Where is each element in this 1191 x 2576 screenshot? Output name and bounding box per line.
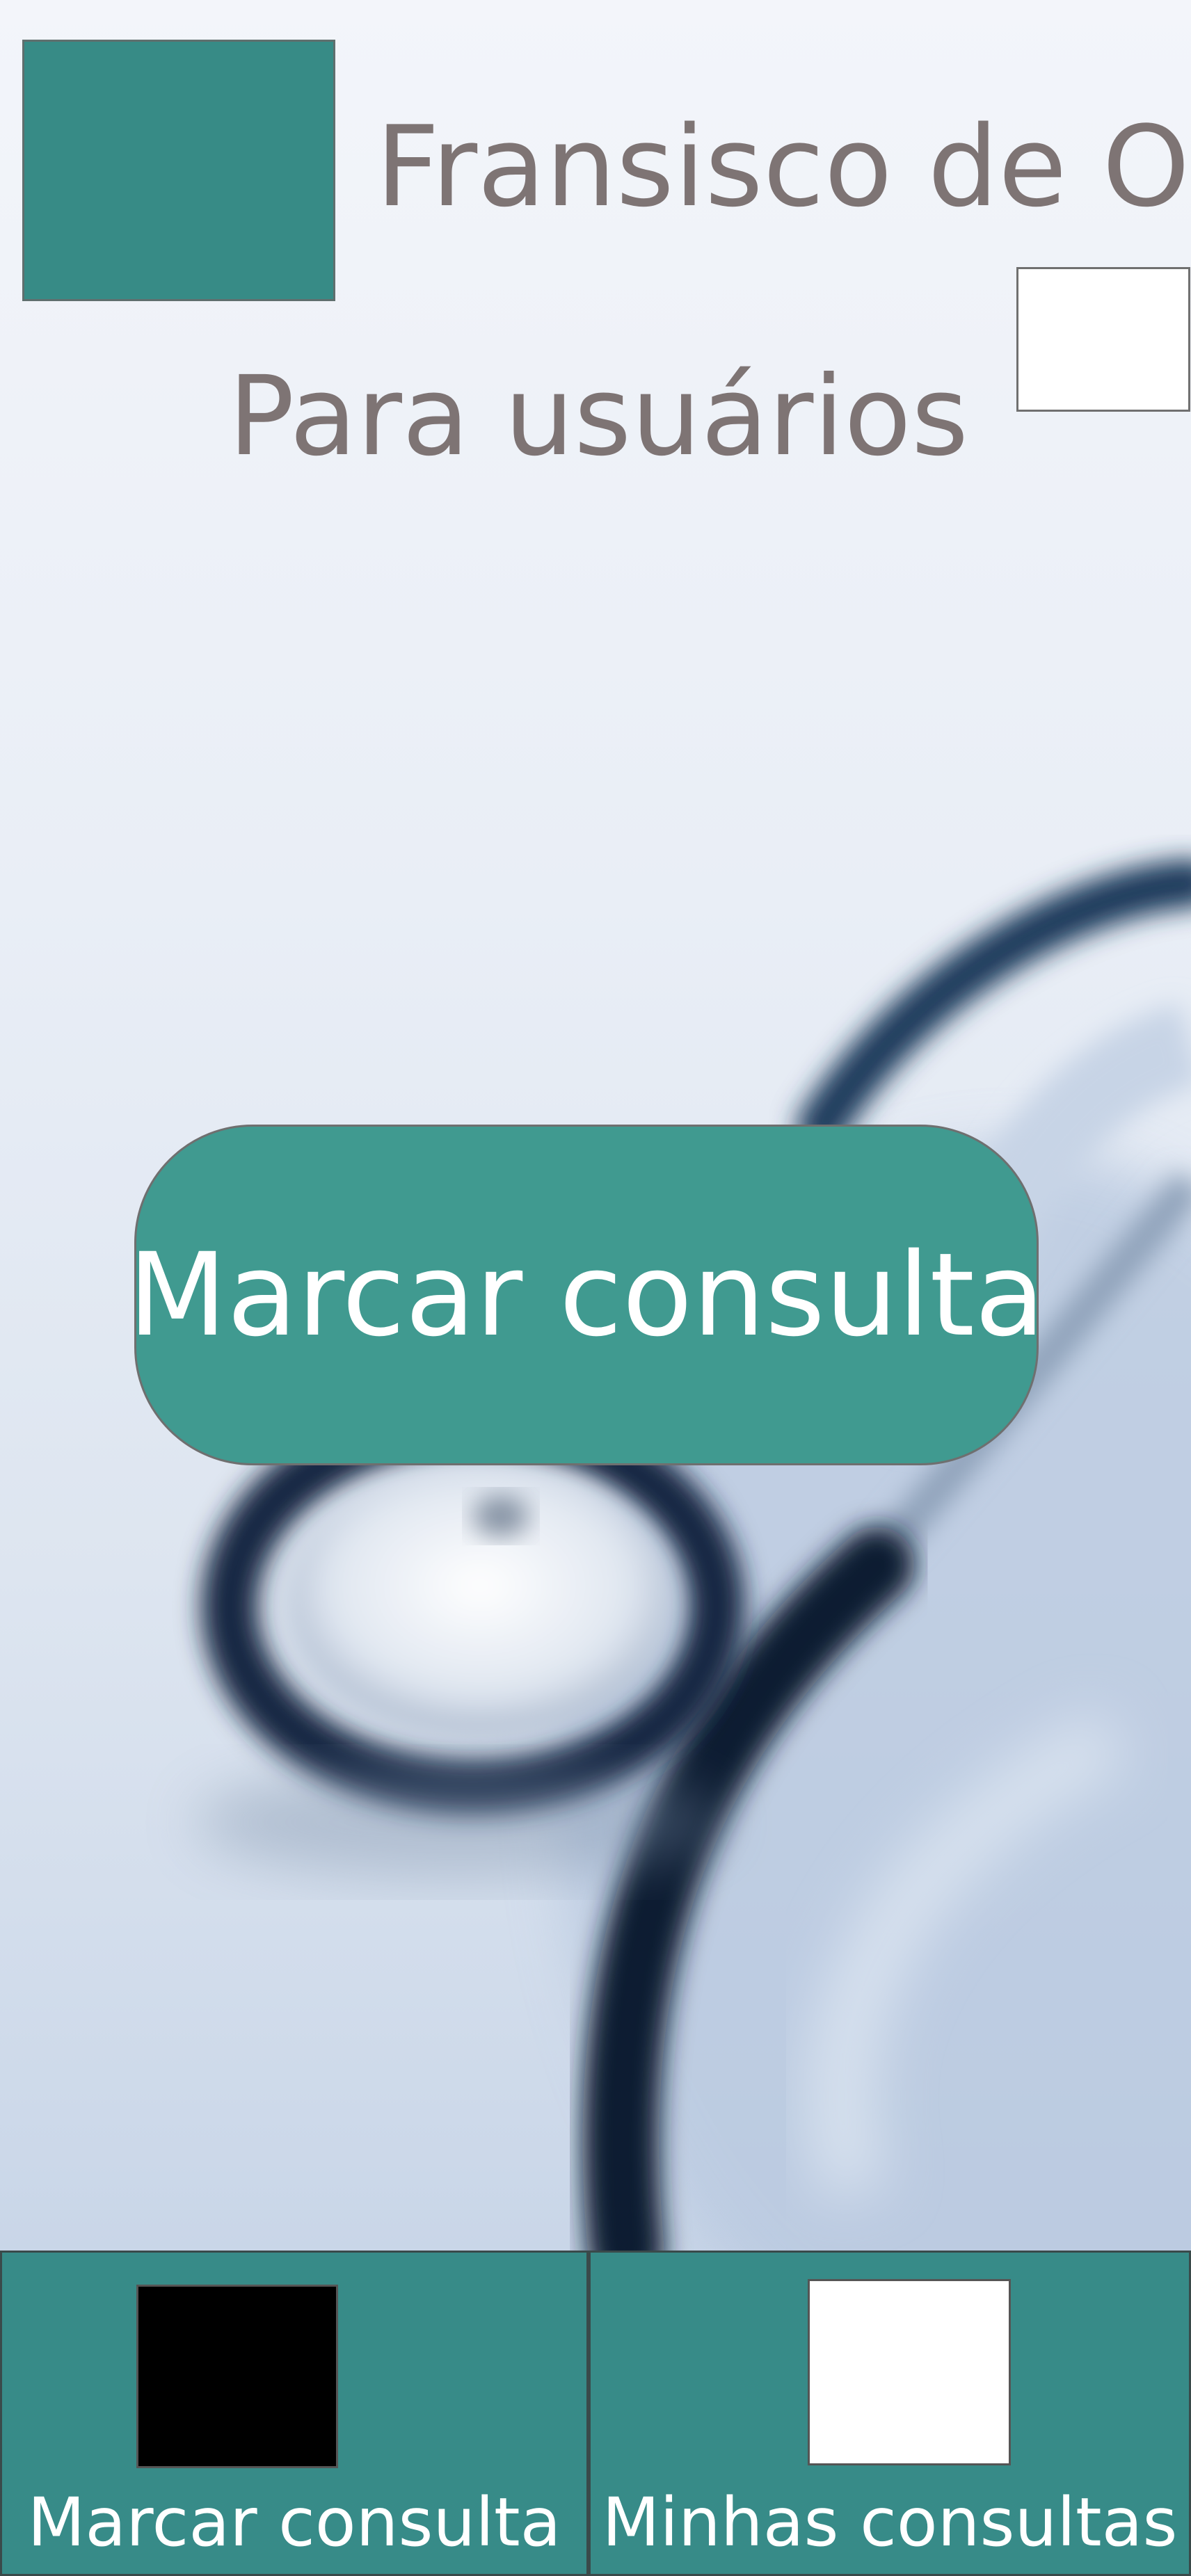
list-placeholder-icon	[808, 2279, 1011, 2465]
schedule-appointment-button[interactable]: Marcar consulta	[128, 1125, 1045, 1465]
bottom-nav: Marcar consulta Minhas consultas	[0, 2251, 1191, 2576]
nav-item-schedule[interactable]: Marcar consulta	[0, 2251, 589, 2576]
nav-item-schedule-label: Marcar consulta	[27, 2484, 561, 2561]
schedule-appointment-label: Marcar consulta	[127, 1228, 1046, 1362]
nav-item-my-appointments-label: Minhas consultas	[602, 2484, 1178, 2561]
nav-item-my-appointments[interactable]: Minhas consultas	[589, 2251, 1191, 2576]
page-subtitle: Para usuários	[228, 353, 969, 481]
menu-button[interactable]	[1016, 267, 1190, 412]
calendar-placeholder-icon	[136, 2285, 338, 2468]
user-name: Fransisco de O.	[376, 102, 1191, 232]
avatar[interactable]	[22, 40, 335, 301]
